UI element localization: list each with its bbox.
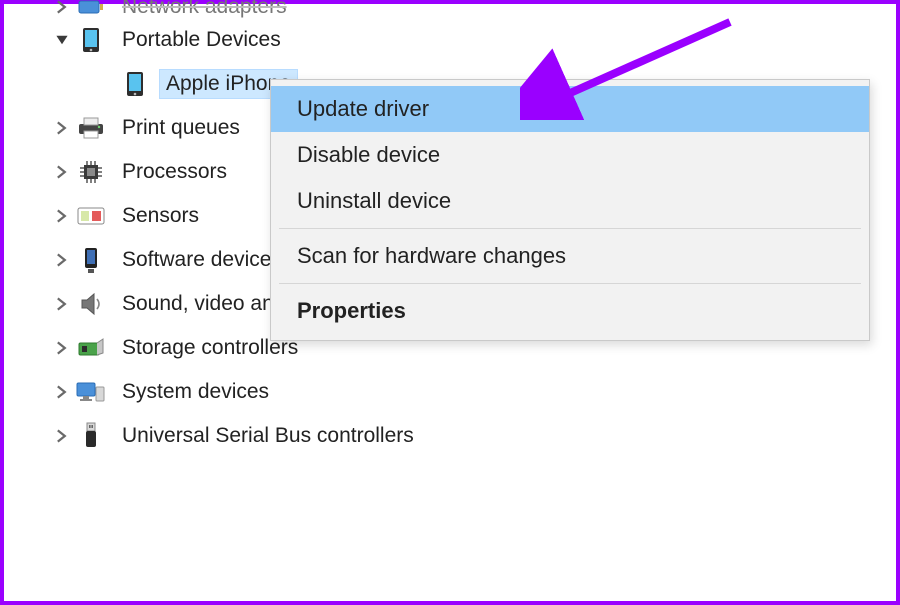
menu-item-update-driver[interactable]: Update driver	[271, 86, 869, 132]
system-device-icon	[76, 377, 106, 407]
tree-item-system-devices[interactable]: System devices	[18, 370, 538, 414]
expand-arrow-icon[interactable]	[48, 0, 76, 18]
expand-arrow-icon[interactable]	[48, 114, 76, 142]
menu-item-label: Uninstall device	[297, 188, 451, 213]
menu-item-label: Disable device	[297, 142, 440, 167]
tree-item-network-adapters[interactable]: Network adapters	[18, 0, 538, 18]
software-device-icon	[76, 245, 106, 275]
usb-icon	[76, 421, 106, 451]
processor-icon	[76, 157, 106, 187]
tree-item-usb-controllers[interactable]: Universal Serial Bus controllers	[18, 414, 538, 458]
expand-arrow-icon[interactable]	[48, 202, 76, 230]
menu-item-scan-hardware[interactable]: Scan for hardware changes	[271, 233, 869, 279]
tree-item-label: Sensors	[116, 202, 205, 230]
tree-item-label: Software devices	[116, 246, 288, 274]
expand-arrow-icon[interactable]	[48, 378, 76, 406]
expand-arrow-icon[interactable]	[48, 422, 76, 450]
tree-item-label: Universal Serial Bus controllers	[116, 422, 420, 450]
menu-item-disable-device[interactable]: Disable device	[271, 132, 869, 178]
menu-item-label: Scan for hardware changes	[297, 243, 566, 268]
menu-separator	[279, 283, 861, 284]
expand-arrow-icon[interactable]	[48, 158, 76, 186]
expand-arrow-icon[interactable]	[48, 290, 76, 318]
menu-separator	[279, 228, 861, 229]
tree-item-label: Processors	[116, 158, 233, 186]
portable-device-icon	[76, 25, 106, 55]
storage-controller-icon	[76, 333, 106, 363]
tree-item-portable-devices[interactable]: Portable Devices	[18, 18, 538, 62]
menu-item-uninstall-device[interactable]: Uninstall device	[271, 178, 869, 224]
portable-device-icon	[120, 69, 150, 99]
printer-icon	[76, 113, 106, 143]
network-adapter-icon	[76, 0, 106, 18]
tree-item-label: System devices	[116, 378, 275, 406]
collapse-arrow-icon[interactable]	[48, 26, 76, 54]
expand-arrow-icon[interactable]	[48, 246, 76, 274]
tree-item-label: Network adapters	[116, 0, 293, 18]
menu-item-label: Update driver	[297, 96, 429, 121]
tree-item-label: Print queues	[116, 114, 246, 142]
context-menu: Update driver Disable device Uninstall d…	[270, 79, 870, 341]
speaker-icon	[76, 289, 106, 319]
tree-item-label: Portable Devices	[116, 26, 287, 54]
sensor-icon	[76, 201, 106, 231]
expand-arrow-icon[interactable]	[48, 334, 76, 362]
menu-item-properties[interactable]: Properties	[271, 288, 869, 334]
menu-item-label: Properties	[297, 298, 406, 323]
